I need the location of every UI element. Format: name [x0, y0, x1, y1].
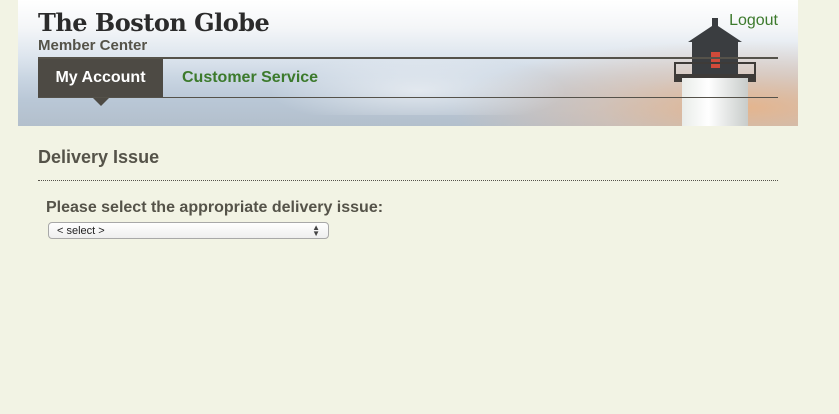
lighthouse-icon: [668, 18, 768, 126]
delivery-issue-label: Please select the appropriate delivery i…: [46, 199, 384, 216]
nav-divider-bottom: [38, 97, 778, 98]
tab-label: Customer Service: [182, 69, 319, 86]
delivery-issue-select[interactable]: < select > ▲ ▼: [48, 222, 329, 239]
tab-label: My Account: [55, 69, 146, 86]
page-title: Delivery Issue: [38, 147, 160, 167]
chevron-up-down-icon: ▲ ▼: [312, 222, 320, 238]
active-tab-pointer: [92, 97, 110, 106]
tab-my-account[interactable]: My Account: [38, 59, 163, 97]
site-header: The Boston Globe Member Center Logout My…: [18, 0, 798, 126]
tab-customer-service[interactable]: Customer Service: [182, 59, 318, 97]
member-center-label: Member Center: [38, 37, 148, 54]
site-logo[interactable]: The Boston Globe: [38, 8, 270, 37]
section-divider: [38, 180, 778, 181]
logout-link[interactable]: Logout: [729, 12, 778, 30]
select-value: < select >: [57, 224, 105, 237]
